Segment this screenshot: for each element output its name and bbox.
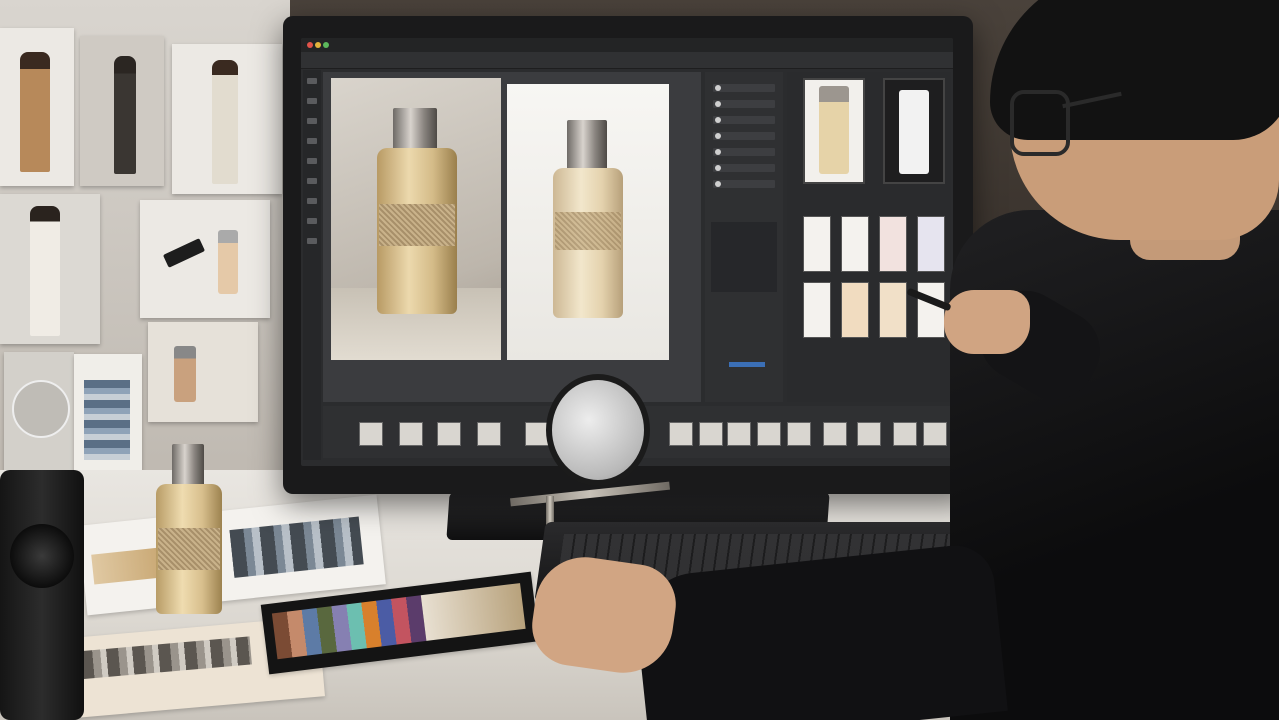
moodboard-photo: [172, 44, 282, 194]
moodboard-product-photo: [140, 200, 270, 318]
maximize-window-icon[interactable]: [323, 42, 329, 48]
moodboard-photo: [0, 28, 74, 186]
camera: [0, 470, 84, 720]
filmstrip-thumbnail[interactable]: [399, 422, 423, 446]
before-image[interactable]: [331, 78, 501, 360]
moodboard-photo: [80, 36, 164, 186]
brush-icon[interactable]: [307, 138, 317, 144]
eraser-icon[interactable]: [307, 178, 317, 184]
close-window-icon[interactable]: [307, 42, 313, 48]
filmstrip-thumbnail[interactable]: [477, 422, 501, 446]
moodboard-product-photo: [148, 322, 258, 422]
filmstrip-thumbnail[interactable]: [437, 422, 461, 446]
hand: [944, 290, 1030, 354]
text-icon[interactable]: [307, 218, 317, 224]
move-icon[interactable]: [307, 78, 317, 84]
tools-panel[interactable]: [303, 70, 321, 460]
moodboard-swatch-card: [74, 354, 142, 482]
moodboard-texture: [4, 352, 74, 480]
perfume-bottle-physical: [156, 444, 222, 616]
moodboard-photo: [0, 194, 100, 344]
crop-icon[interactable]: [307, 118, 317, 124]
minimize-window-icon[interactable]: [315, 42, 321, 48]
stylus-pen: [906, 287, 952, 312]
filmstrip-thumbnail[interactable]: [359, 422, 383, 446]
gradient-icon[interactable]: [307, 198, 317, 204]
workspace-scene: [0, 0, 1279, 720]
lasso-icon[interactable]: [307, 98, 317, 104]
glasses: [1010, 90, 1070, 156]
zoom-icon[interactable]: [307, 238, 317, 244]
moodboard: [0, 0, 290, 482]
clone-icon[interactable]: [307, 158, 317, 164]
designer-person: [527, 0, 1279, 720]
